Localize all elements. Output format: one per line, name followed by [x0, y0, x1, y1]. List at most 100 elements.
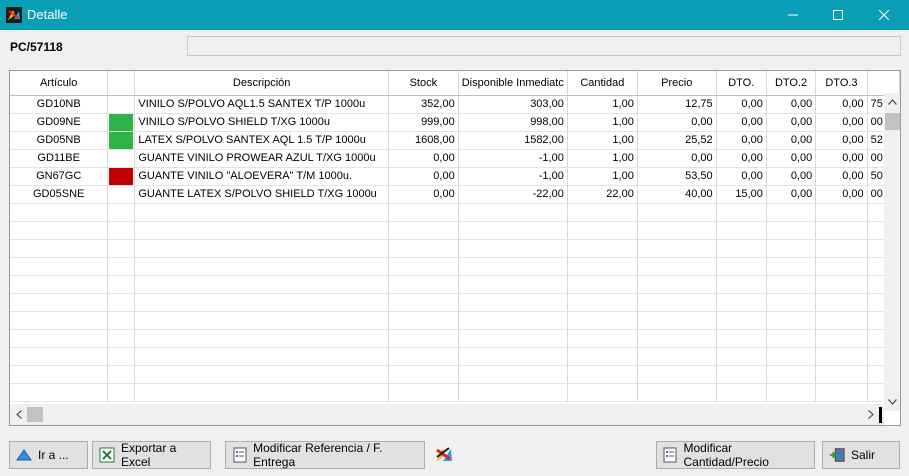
empty-cell	[815, 203, 868, 222]
vertical-scroll-thumb[interactable]	[885, 113, 900, 130]
cell-stock: 0,00	[388, 149, 459, 168]
empty-cell	[637, 275, 717, 294]
scroll-down-button[interactable]	[884, 395, 900, 409]
empty-cell	[134, 383, 389, 402]
window-title: Detalle	[27, 7, 68, 22]
empty-cell	[134, 293, 389, 312]
empty-cell	[458, 365, 568, 384]
empty-row	[10, 257, 900, 276]
cell-stock: 352,00	[388, 95, 459, 114]
horizontal-scroll-thumb[interactable]	[27, 407, 43, 422]
triangle-up-icon	[16, 447, 32, 463]
cell-precio: 0,00	[637, 149, 717, 168]
cell-descripcion: GUANTE LATEX S/POLVO SHIELD T/XG 1000u	[134, 185, 389, 204]
table-row[interactable]: GD05SNE GUANTE LATEX S/POLVO SHIELD T/XG …	[10, 185, 900, 204]
cell-dto3: 0,00	[815, 149, 868, 168]
salir-button[interactable]: Salir	[822, 441, 900, 469]
cell-dto: 0,00	[716, 131, 767, 150]
column-header[interactable]: DTO.2	[766, 71, 817, 96]
cell-cantidad: 1,00	[567, 131, 638, 150]
column-header[interactable]	[107, 71, 136, 96]
empty-cell	[10, 203, 109, 222]
empty-cell	[10, 257, 109, 276]
column-header[interactable]: Cantidad	[567, 71, 638, 96]
excel-icon	[99, 447, 115, 463]
close-button[interactable]	[861, 0, 907, 30]
title-bar: Detalle	[0, 0, 909, 30]
horizontal-scrollbar[interactable]	[10, 404, 884, 425]
column-header[interactable]: Precio	[637, 71, 717, 96]
empty-cell	[10, 311, 109, 330]
empty-cell	[716, 257, 767, 276]
cell-precio: 40,00	[637, 185, 717, 204]
empty-cell	[388, 329, 459, 348]
empty-row	[10, 275, 900, 294]
empty-cell	[10, 239, 109, 258]
ir-a-button[interactable]: Ir a ...	[9, 441, 88, 469]
table-row[interactable]: GN67GC GUANTE VINILO "ALOEVERA" T/M 1000u…	[10, 167, 900, 186]
empty-cell	[766, 329, 817, 348]
scroll-up-button[interactable]	[884, 95, 900, 109]
column-header[interactable]: DTO.3	[815, 71, 868, 96]
empty-cell	[107, 329, 136, 348]
cell-dto2: 0,00	[766, 113, 817, 132]
scroll-end-marker	[879, 407, 882, 423]
empty-cell	[716, 275, 767, 294]
modify-reference-button[interactable]: Modificar Referencia / F. Entrega	[225, 441, 425, 469]
scroll-right-button[interactable]	[862, 404, 879, 425]
scroll-left-button[interactable]	[10, 404, 27, 425]
table-row[interactable]: GD05NB LATEX S/POLVO SANTEX AQL 1.5 T/P 1…	[10, 131, 900, 150]
chevron-down-icon	[888, 399, 897, 405]
empty-cell	[716, 239, 767, 258]
table-row[interactable]: GD10NB VINILO S/POLVO AQL1.5 SANTEX T/P 1…	[10, 95, 900, 114]
cell-dto3: 0,00	[815, 95, 868, 114]
column-header[interactable]: Descripción	[134, 71, 389, 96]
close-icon	[879, 10, 889, 20]
empty-cell	[766, 365, 817, 384]
cell-articulo: GN67GC	[10, 167, 109, 186]
empty-cell	[766, 347, 817, 366]
maximize-icon	[833, 10, 843, 20]
empty-cell	[716, 203, 767, 222]
column-header[interactable]: Stock	[388, 71, 459, 96]
modify-quantity-label: Modificar Cantidad/Precio	[683, 441, 769, 469]
minimize-button[interactable]	[770, 0, 816, 30]
empty-cell	[637, 239, 717, 258]
detail-grid[interactable]: Artículo Descripción Stock Disponible Inmed…	[9, 70, 901, 426]
cell-dto2: 0,00	[766, 149, 817, 168]
column-header[interactable]: DTO.	[716, 71, 767, 96]
empty-cell	[10, 329, 109, 348]
empty-cell	[388, 257, 459, 276]
empty-cell	[637, 257, 717, 276]
empty-cell	[815, 347, 868, 366]
empty-cell	[766, 383, 817, 402]
status-swatch	[109, 113, 134, 130]
empty-cell	[716, 221, 767, 240]
table-row[interactable]: GD11BE GUANTE VINILO PROWEAR AZUL T/XG 10…	[10, 149, 900, 168]
empty-cell	[107, 275, 136, 294]
empty-cell	[107, 203, 136, 222]
empty-cell	[107, 365, 136, 384]
empty-cell	[567, 311, 638, 330]
column-header[interactable]	[867, 71, 900, 96]
export-excel-button[interactable]: Exportar a Excel	[92, 441, 211, 469]
cell-articulo: GD09NE	[10, 113, 109, 132]
column-header[interactable]: Artículo	[10, 71, 109, 96]
status-color-cell	[107, 95, 136, 114]
empty-cell	[10, 293, 109, 312]
empty-cell	[766, 239, 817, 258]
vertical-scrollbar[interactable]	[884, 93, 900, 411]
empty-cell	[134, 329, 389, 348]
salir-label: Salir	[851, 448, 876, 462]
maximize-button[interactable]	[815, 0, 861, 30]
empty-cell	[815, 257, 868, 276]
table-row[interactable]: GD09NE VINILO S/POLVO SHIELD T/XG 1000u 99…	[10, 113, 900, 132]
info-field[interactable]	[187, 36, 901, 56]
status-color-cell	[107, 149, 136, 168]
empty-cell	[107, 383, 136, 402]
modify-quantity-button[interactable]: Modificar Cantidad/Precio	[656, 441, 815, 469]
empty-cell	[815, 329, 868, 348]
column-header[interactable]: Disponible Inmediatc	[458, 71, 568, 96]
document-list-icon	[232, 447, 247, 463]
cell-dto3: 0,00	[815, 167, 868, 186]
